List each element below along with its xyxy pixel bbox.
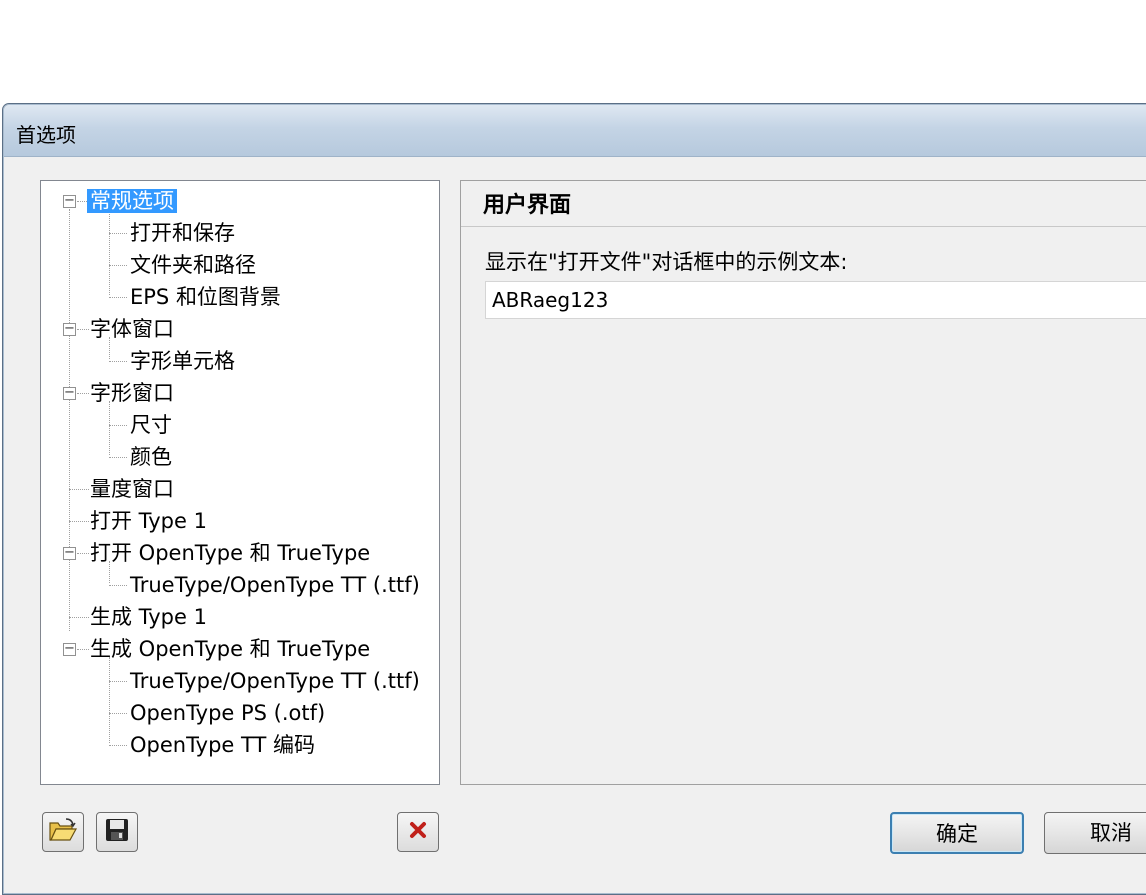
delete-button[interactable] bbox=[397, 812, 439, 852]
tree-item-dimensions[interactable]: 尺寸 bbox=[127, 410, 175, 440]
tree-item-font-window[interactable]: 字体窗口 bbox=[87, 314, 177, 344]
collapse-icon[interactable]: − bbox=[63, 546, 76, 560]
collapse-icon[interactable]: − bbox=[63, 322, 76, 336]
tree-item-folders-paths[interactable]: 文件夹和路径 bbox=[127, 250, 259, 280]
tree-item-glyph-cells[interactable]: 字形单元格 bbox=[127, 346, 238, 376]
tree-item-generate-otf[interactable]: OpenType PS (.otf) bbox=[127, 698, 328, 728]
save-disk-icon bbox=[104, 817, 130, 847]
save-button[interactable] bbox=[96, 812, 138, 852]
options-panel: 用户界面 显示在"打开文件"对话框中的示例文本: ABRaeg123 bbox=[460, 180, 1146, 785]
tree-item-general-options[interactable]: 常规选项 bbox=[87, 186, 177, 216]
tree-item-opentype-tt-encoding[interactable]: OpenType TT 编码 bbox=[127, 730, 318, 760]
tree-item-open-ttf[interactable]: TrueType/OpenType TT (.ttf) bbox=[127, 570, 423, 600]
collapse-icon[interactable]: − bbox=[63, 386, 76, 400]
close-x-icon bbox=[408, 820, 428, 844]
tree-item-generate-ttf[interactable]: TrueType/OpenType TT (.ttf) bbox=[127, 666, 423, 696]
open-button[interactable] bbox=[42, 812, 84, 852]
collapse-icon[interactable]: − bbox=[63, 194, 76, 208]
sample-text-input[interactable]: ABRaeg123 bbox=[485, 281, 1146, 319]
title-bar[interactable]: 首选项 bbox=[4, 105, 1146, 157]
tree-item-eps-bitmap[interactable]: EPS 和位图背景 bbox=[127, 282, 284, 312]
tree-item-generate-type1[interactable]: 生成 Type 1 bbox=[87, 602, 210, 632]
tree-item-open-save[interactable]: 打开和保存 bbox=[127, 218, 238, 248]
cancel-button[interactable]: 取消 bbox=[1044, 812, 1146, 854]
preferences-tree[interactable]: − − − − − 常规选项 打开和保存 文件夹和路径 EPS 和位图背景 字体… bbox=[40, 180, 440, 785]
ok-button[interactable]: 确定 bbox=[890, 812, 1024, 854]
collapse-icon[interactable]: − bbox=[63, 642, 76, 656]
sample-text-label: 显示在"打开文件"对话框中的示例文本: bbox=[485, 250, 848, 274]
tree-item-metrics-window[interactable]: 量度窗口 bbox=[87, 474, 177, 504]
tree-item-colors[interactable]: 颜色 bbox=[127, 442, 175, 472]
tree-item-generate-opentype-truetype[interactable]: 生成 OpenType 和 TrueType bbox=[87, 634, 373, 664]
tree-item-open-type1[interactable]: 打开 Type 1 bbox=[87, 506, 210, 536]
window-title: 首选项 bbox=[16, 123, 76, 147]
tree-item-open-opentype-truetype[interactable]: 打开 OpenType 和 TrueType bbox=[87, 538, 373, 568]
panel-title: 用户界面 bbox=[461, 181, 1146, 227]
tree-item-glyph-window[interactable]: 字形窗口 bbox=[87, 378, 177, 408]
folder-open-icon bbox=[48, 817, 78, 847]
